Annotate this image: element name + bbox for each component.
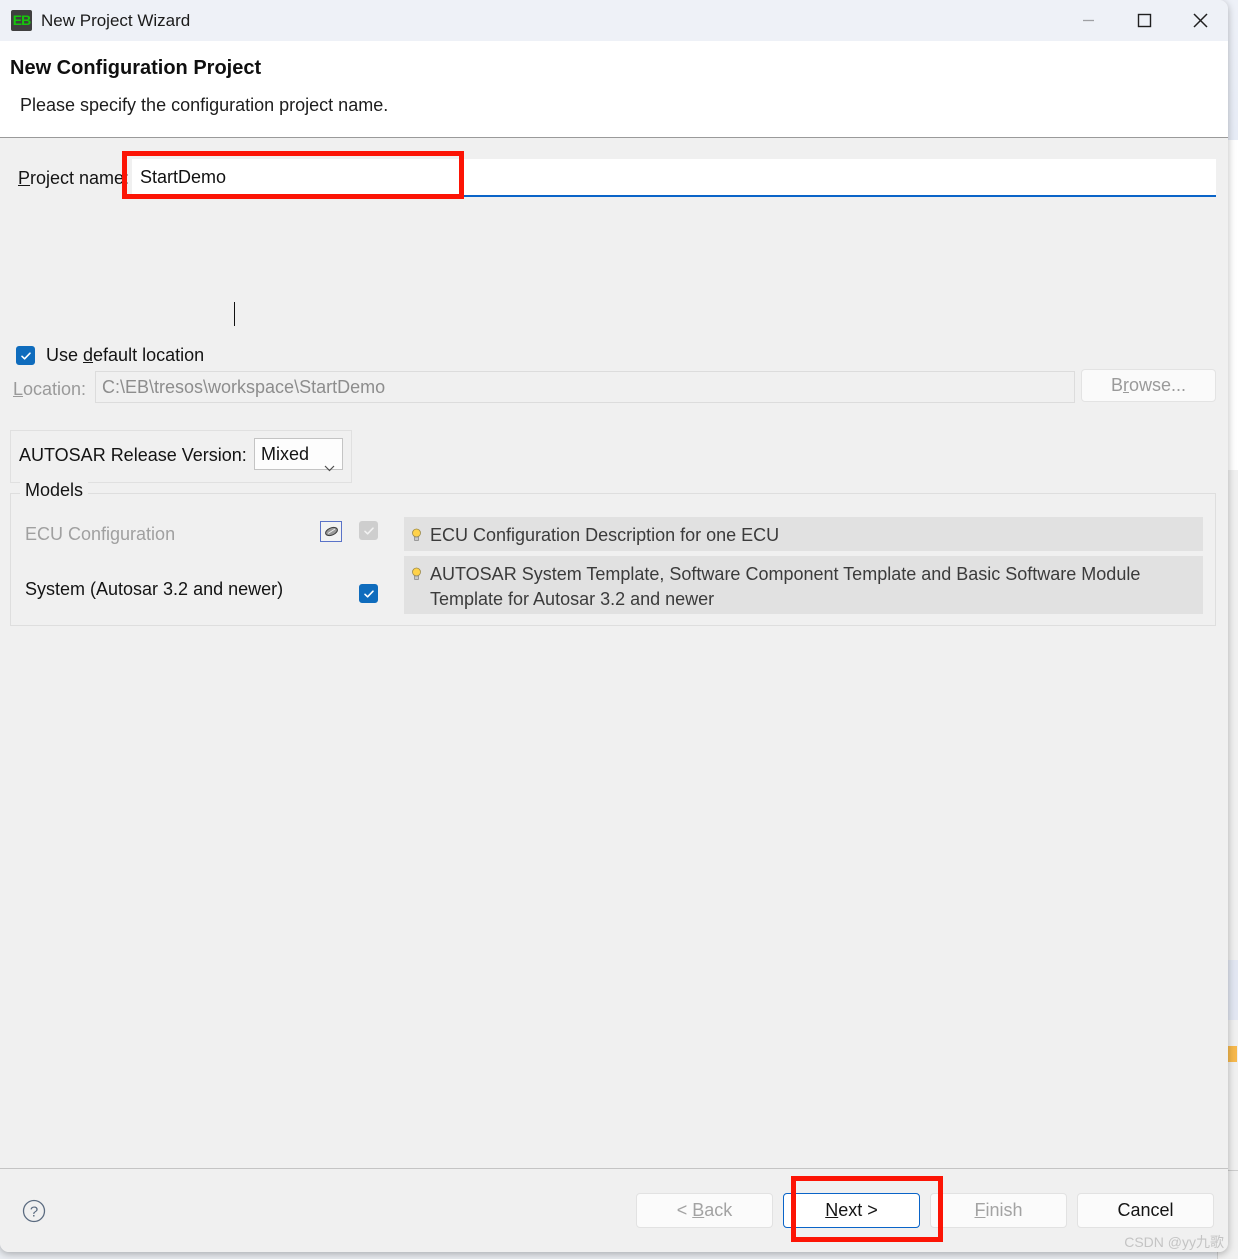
model-name-system: System (Autosar 3.2 and newer): [25, 579, 284, 599]
cancel-button[interactable]: Cancel: [1077, 1193, 1214, 1228]
project-name-label: Project name:: [18, 168, 130, 188]
wizard-body: Project name: Use default location Locat…: [0, 138, 1228, 1170]
models-group: Models ECU Configuration ECU Configurati…: [10, 480, 1216, 626]
maximize-button[interactable]: [1116, 0, 1172, 41]
lightbulb-icon: [411, 525, 422, 550]
autosar-release-version-label: AUTOSAR Release Version:: [19, 445, 247, 465]
location-label: Location:: [13, 379, 87, 399]
project-name-input[interactable]: [132, 159, 1216, 197]
lightbulb-icon: [411, 564, 422, 589]
back-button[interactable]: < Back: [636, 1193, 773, 1228]
page-subtitle: Please specify the configuration project…: [20, 95, 389, 115]
autosar-release-version-select[interactable]: Mixed: [254, 438, 343, 472]
wizard-header: New Configuration Project Please specify…: [0, 41, 1228, 138]
model-name-ecu-configuration: ECU Configuration: [25, 524, 176, 544]
minimize-button[interactable]: [1060, 0, 1116, 41]
watermark: CSDN @yy九歌: [1124, 1234, 1224, 1250]
finish-button[interactable]: Finish: [930, 1193, 1067, 1228]
browse-button[interactable]: Browse...: [1081, 369, 1216, 402]
autosar-release-version-group: AUTOSAR Release Version: Mixed: [10, 430, 352, 483]
use-default-location-row[interactable]: Use default location: [16, 345, 204, 366]
models-group-legend: Models: [20, 480, 89, 501]
next-button[interactable]: Next >: [783, 1193, 920, 1228]
model-row-system: System (Autosar 3.2 and newer) AUTOSAR S…: [11, 556, 1215, 616]
screenshot-root: EB New Project Wizard New Configuration …: [0, 0, 1238, 1259]
eb-logo-text: EB: [12, 12, 31, 28]
window-controls: [1060, 0, 1228, 41]
model-row-ecu-configuration: ECU Configuration ECU Configuration Desc…: [11, 516, 1215, 552]
footer-button-group: < Back Next > Finish Cancel: [636, 1193, 1214, 1228]
page-title: New Configuration Project: [10, 57, 262, 79]
model-checkbox-system[interactable]: [359, 584, 378, 603]
model-description-text-0: ECU Configuration Description for one EC…: [430, 525, 780, 545]
dialog-footer: ? < Back Next > Finish Cancel: [0, 1168, 1228, 1252]
use-default-location-label: Use default location: [46, 345, 205, 365]
close-button[interactable]: [1172, 0, 1228, 41]
model-checkbox-ecu-configuration: [359, 521, 378, 540]
location-row: Location: C:\EB\tresos\workspace\StartDe…: [0, 369, 1228, 405]
svg-text:?: ?: [30, 1204, 38, 1221]
window-title: New Project Wizard: [41, 10, 191, 30]
title-bar: EB New Project Wizard: [0, 0, 1228, 41]
text-cursor: [234, 302, 235, 326]
new-project-wizard-dialog: EB New Project Wizard New Configuration …: [0, 0, 1228, 1252]
eb-logo-icon: EB: [11, 10, 32, 31]
autosar-release-version-value: Mixed: [261, 444, 310, 464]
chevron-down-icon: [324, 451, 335, 481]
project-name-row: Project name:: [0, 159, 1228, 203]
model-description-system: AUTOSAR System Template, Software Compon…: [404, 556, 1203, 614]
help-icon[interactable]: ?: [21, 1198, 47, 1229]
use-default-location-checkbox[interactable]: [16, 346, 35, 365]
ecu-chip-icon: [320, 521, 342, 542]
model-description-text-1: AUTOSAR System Template, Software Compon…: [430, 564, 1141, 609]
model-description-ecu-configuration: ECU Configuration Description for one EC…: [404, 517, 1203, 551]
location-field: C:\EB\tresos\workspace\StartDemo: [95, 371, 1075, 403]
